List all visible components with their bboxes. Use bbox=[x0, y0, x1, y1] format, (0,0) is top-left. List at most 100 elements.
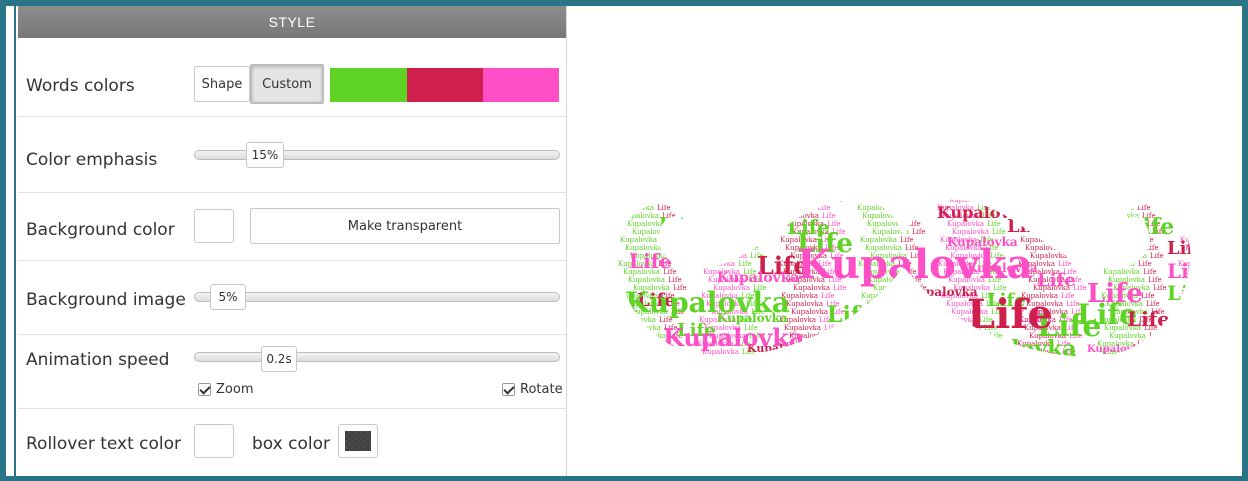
cloud-word: Life bbox=[977, 340, 991, 348]
cloud-word: Life bbox=[1167, 238, 1206, 259]
cloud-word: Kupalovka bbox=[625, 286, 790, 319]
cloud-word: Life bbox=[737, 204, 751, 212]
word-cloud-canvas[interactable]: Kupalovka Life Kupalovka Life Kupalovka Life K… bbox=[567, 6, 1242, 476]
panel-header: STYLE bbox=[18, 6, 566, 38]
cloud-word: Kupalovka bbox=[1187, 356, 1224, 364]
cloud-word: Life bbox=[749, 196, 763, 204]
cloud-word: Kupalovka bbox=[866, 300, 903, 308]
animation-speed-slider[interactable] bbox=[194, 352, 560, 362]
cloud-word: Kupalovka bbox=[1177, 204, 1214, 212]
cloud-word: Life bbox=[1069, 196, 1083, 204]
cloud-word: Kupalovka bbox=[1190, 252, 1227, 260]
animation-speed-label: Animation speed bbox=[26, 350, 170, 370]
cloud-word: Kupalovka bbox=[1110, 252, 1147, 260]
color-emphasis-handle[interactable]: 15% bbox=[246, 142, 284, 168]
background-image-slider[interactable] bbox=[194, 292, 560, 302]
cloud-word: Kupalovka bbox=[857, 340, 894, 348]
cloud-word: Kupalovka bbox=[859, 316, 896, 324]
cloud-word: Life bbox=[659, 214, 698, 235]
cloud-word: Kupalovka bbox=[1186, 300, 1223, 308]
background-color-picker[interactable] bbox=[194, 209, 234, 243]
background-color-row: Background color Make transparent bbox=[18, 192, 566, 261]
zoom-checkbox[interactable] bbox=[198, 383, 211, 396]
cloud-word: Kupalovka bbox=[697, 204, 734, 212]
cloud-word: Life bbox=[904, 324, 918, 332]
cloud-word: Life bbox=[909, 196, 923, 204]
cloud-word: Kupalovka bbox=[871, 308, 908, 316]
cloud-word: Life bbox=[911, 308, 925, 316]
cloud-word: Life bbox=[1167, 281, 1210, 305]
cloud-word: Life bbox=[747, 220, 761, 228]
cloud-word: Kupalovka bbox=[698, 260, 735, 268]
custom-button[interactable]: Custom bbox=[250, 64, 324, 104]
style-panel: STYLE Words colors Shape Custom Color em… bbox=[6, 6, 567, 476]
rollover-text-color-picker[interactable] bbox=[194, 424, 234, 458]
swatch-crimson[interactable] bbox=[407, 68, 483, 102]
cloud-word: Life bbox=[1062, 212, 1076, 220]
cloud-word: Kupalovka bbox=[629, 196, 666, 204]
zoom-option[interactable]: Zoom bbox=[198, 382, 253, 397]
cloud-word: Life bbox=[1143, 268, 1157, 276]
cloud-word: Life bbox=[1037, 270, 1076, 291]
cloud-word: Life bbox=[1145, 244, 1159, 252]
cloud-word: Life bbox=[1153, 284, 1167, 292]
animation-speed-handle[interactable]: 0.2s bbox=[261, 346, 297, 372]
cloud-word: Life bbox=[662, 348, 676, 356]
cloud-word: Kupalovka bbox=[791, 308, 828, 316]
cloud-word: Kupalovka bbox=[1017, 204, 1054, 212]
cloud-word: Life bbox=[907, 220, 921, 228]
cloud-word: Life bbox=[1127, 214, 1174, 240]
cloud-word: Kupalovka bbox=[620, 236, 657, 244]
cloud-word: Kupalovka bbox=[629, 332, 666, 340]
cloud-word: Life bbox=[670, 252, 684, 260]
cloud-word: Kupalovka bbox=[628, 276, 665, 284]
cloud-word: Life bbox=[982, 348, 996, 356]
cloud-word: Kupalovka bbox=[712, 228, 749, 236]
shape-button[interactable]: Shape bbox=[194, 66, 250, 102]
cloud-word: Life bbox=[829, 196, 843, 204]
cloud-word: Life bbox=[668, 276, 682, 284]
cloud-word: Kupalovka bbox=[861, 292, 898, 300]
rotate-label: Rotate bbox=[520, 382, 563, 397]
cloud-word: Kupalovka bbox=[782, 348, 819, 356]
cloud-word: Life bbox=[707, 240, 746, 261]
cloud-word: Kupalovka bbox=[717, 270, 799, 286]
cloud-word: Kupalovka bbox=[1192, 228, 1229, 236]
cloud-word: Life bbox=[987, 356, 1001, 364]
cloud-word: Life bbox=[902, 348, 916, 356]
cloud-word: Kupalovka bbox=[1107, 220, 1144, 228]
cloud-word: Kupalovka bbox=[1109, 332, 1146, 340]
cloud-word: Kupalovka bbox=[1185, 244, 1222, 252]
rotate-checkbox[interactable] bbox=[502, 383, 515, 396]
cloud-word: Life bbox=[1057, 204, 1071, 212]
rotate-option[interactable]: Rotate bbox=[502, 382, 563, 397]
word-cloud-words: Kupalovka Life Kupalovka Life Kupalovka Life K… bbox=[617, 196, 1229, 364]
cloud-word: Kupalovka bbox=[1179, 316, 1216, 324]
cloud-word: Kupalovka bbox=[1189, 332, 1226, 340]
cloud-word: Kupalovka bbox=[777, 204, 814, 212]
cloud-word: Life bbox=[827, 356, 841, 364]
cloud-word: Life bbox=[1141, 292, 1155, 300]
color-swatches bbox=[330, 68, 559, 102]
cloud-word: Life bbox=[897, 204, 911, 212]
cloud-word: Kupalovka bbox=[869, 196, 906, 204]
zoom-label: Zoom bbox=[216, 382, 254, 397]
cloud-word: Life bbox=[672, 228, 686, 236]
box-color-label: box color bbox=[252, 434, 330, 454]
cloud-word: Kupalovka bbox=[627, 356, 664, 364]
make-transparent-button[interactable]: Make transparent bbox=[250, 208, 560, 244]
cloud-word: Life bbox=[829, 332, 843, 340]
cloud-word: Kupalovka bbox=[1184, 324, 1221, 332]
box-color-picker[interactable] bbox=[338, 424, 378, 458]
cloud-word: Kupalovka bbox=[1030, 252, 1067, 260]
swatch-green[interactable] bbox=[330, 68, 407, 102]
cloud-word: Life bbox=[665, 244, 679, 252]
cloud-word: Kupalovka bbox=[622, 348, 659, 356]
cloud-word: Life bbox=[1148, 276, 1162, 284]
cloud-word: Life bbox=[899, 316, 913, 324]
cloud-word: Life bbox=[1147, 356, 1161, 364]
cloud-word: Kupalovka bbox=[617, 340, 654, 348]
cloud-word: Kupalovka bbox=[1098, 260, 1135, 268]
background-image-handle[interactable]: 5% bbox=[210, 284, 246, 310]
swatch-pink[interactable] bbox=[483, 68, 559, 102]
